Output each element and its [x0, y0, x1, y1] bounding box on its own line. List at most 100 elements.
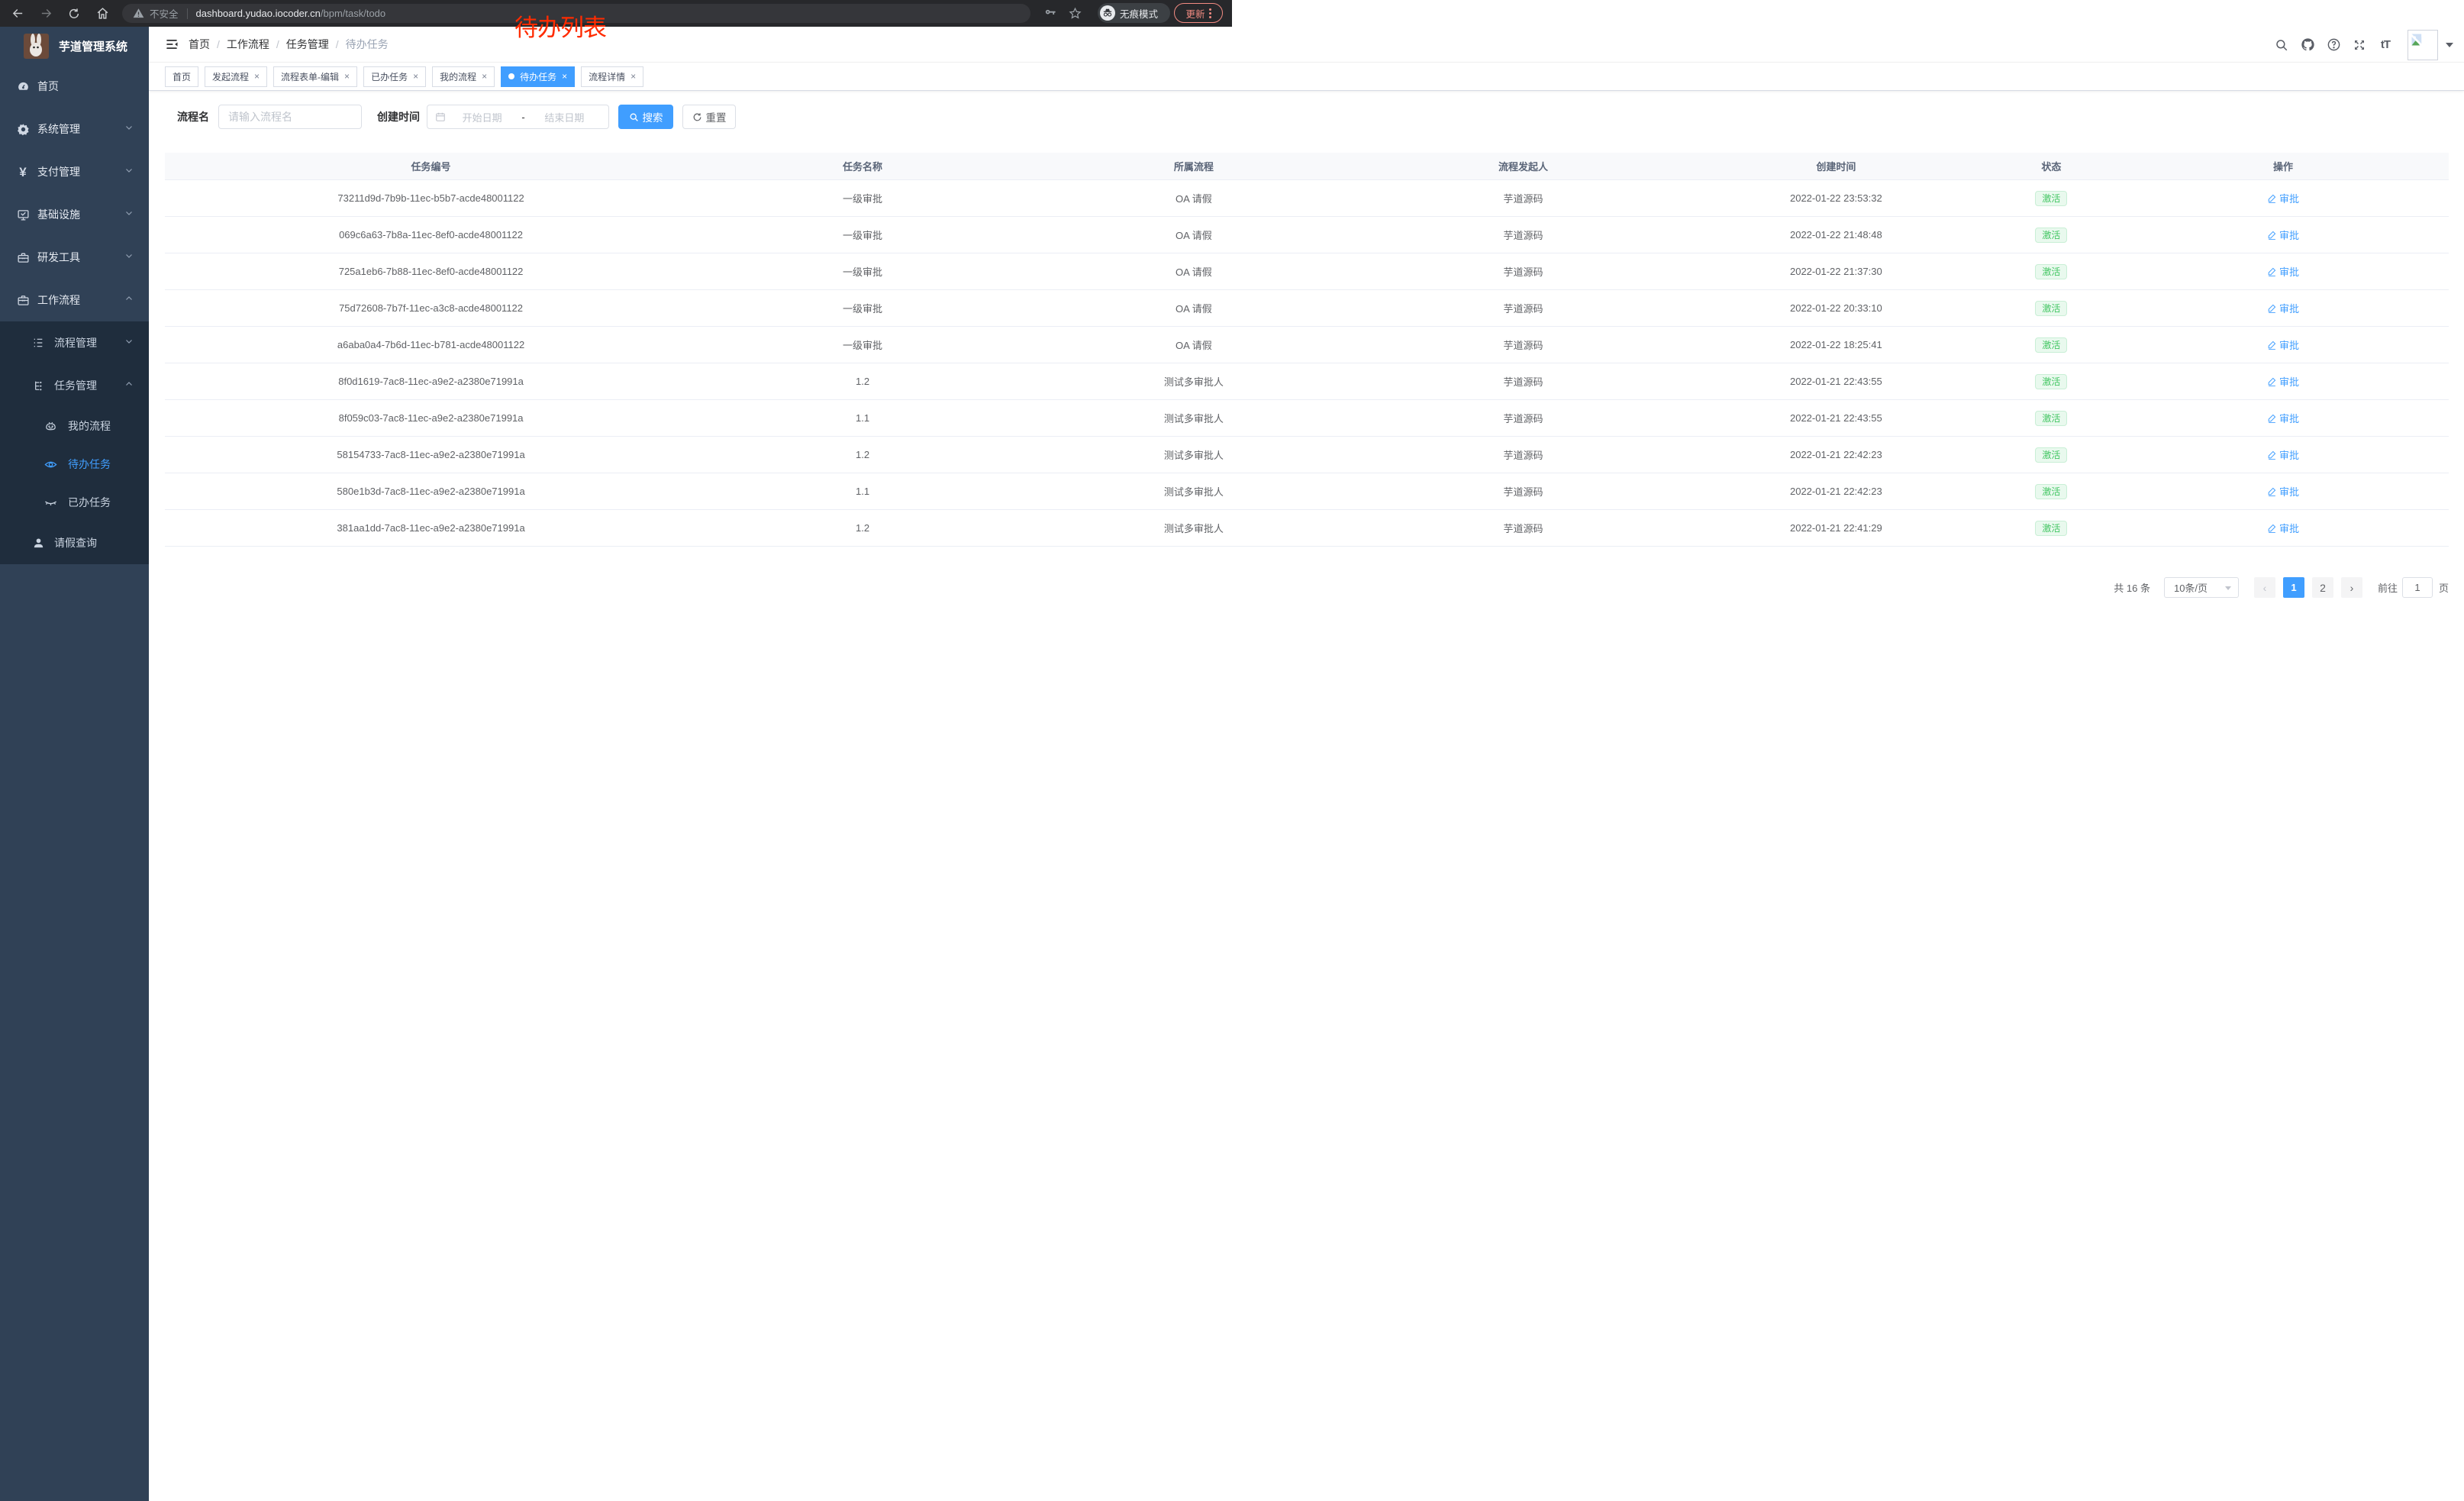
todo-task-table: 任务编号 任务名称 所属流程 流程发起人 创建时间 状态 操作 73211d9d…	[165, 153, 2449, 547]
sidebar-item-label: 我的流程	[68, 418, 111, 434]
breadcrumb-home[interactable]: 首页	[189, 37, 210, 52]
approve-link[interactable]: 审批	[2267, 374, 2299, 389]
sidebar-item-label: 已办任务	[68, 495, 111, 510]
sidebar-item-label: 待办任务	[68, 457, 111, 472]
approve-label: 审批	[2279, 374, 2299, 389]
reset-button[interactable]: 重置	[682, 105, 736, 129]
font-size-button[interactable]: tT	[2377, 37, 2394, 53]
status-badge: 激活	[2035, 484, 2067, 499]
close-icon[interactable]: ×	[254, 71, 260, 82]
sidebar-item-done-tasks[interactable]: 已办任务	[0, 483, 149, 521]
breadcrumb-task-mgmt[interactable]: 任务管理	[286, 37, 329, 52]
update-label: 更新	[1185, 6, 1205, 21]
approve-link[interactable]: 审批	[2267, 484, 2299, 499]
page-button-1[interactable]: 1	[2283, 577, 2304, 598]
fullscreen-button[interactable]	[2351, 37, 2368, 53]
cell-created: 2022-01-21 22:43:55	[1687, 376, 1985, 387]
github-link-button[interactable]	[2299, 37, 2316, 53]
sidebar-item-infra[interactable]: 基础设施	[0, 193, 149, 236]
sidebar-item-my-process[interactable]: 我的流程	[0, 407, 149, 445]
bookmark-star-button[interactable]	[1066, 4, 1084, 22]
date-range-picker[interactable]: 开始日期 - 结束日期	[427, 105, 609, 129]
approve-link[interactable]: 审批	[2267, 191, 2299, 205]
approve-link[interactable]: 审批	[2267, 228, 2299, 242]
star-icon	[1069, 7, 1082, 20]
cell-process: OA 请假	[1028, 301, 1359, 315]
start-date-placeholder[interactable]: 开始日期	[446, 110, 518, 124]
cell-starter: 芋道源码	[1359, 301, 1687, 315]
sidebar-item-task-mgmt[interactable]: 任务管理	[0, 364, 149, 407]
close-icon[interactable]: ×	[482, 71, 487, 82]
tab-label: 流程详情	[589, 70, 625, 83]
approve-link[interactable]: 审批	[2267, 521, 2299, 535]
prev-page-button[interactable]: ‹	[2254, 577, 2275, 598]
approve-link[interactable]: 审批	[2267, 337, 2299, 352]
tab-done-tasks[interactable]: 已办任务 ×	[363, 66, 426, 87]
browser-toolbar: 不安全 dashboard.yudao.iocoder.cn/bpm/task/…	[0, 0, 1232, 27]
sidebar-item-todo-tasks[interactable]: 待办任务	[0, 445, 149, 483]
tab-home[interactable]: 首页	[165, 66, 198, 87]
cell-status: 激活	[1985, 447, 2118, 463]
browser-back-button[interactable]	[6, 3, 29, 24]
approve-label: 审批	[2279, 301, 2299, 315]
close-icon[interactable]: ×	[413, 71, 418, 82]
browser-forward-button[interactable]	[34, 3, 57, 24]
monitor-icon	[15, 208, 31, 221]
person-icon	[31, 537, 46, 550]
breadcrumb-current: 待办任务	[346, 37, 389, 52]
sidebar-item-workflow[interactable]: 工作流程	[0, 279, 149, 321]
password-manager-button[interactable]	[1041, 4, 1059, 22]
sidebar-item-system[interactable]: 系统管理	[0, 108, 149, 150]
approve-link[interactable]: 审批	[2267, 301, 2299, 315]
back-arrow-icon	[11, 7, 24, 20]
chevron-down-icon	[2225, 586, 2231, 590]
cell-task-name: 1.1	[697, 486, 1028, 497]
cell-task-name: 1.2	[697, 522, 1028, 534]
help-button[interactable]	[2325, 37, 2342, 53]
approve-link[interactable]: 审批	[2267, 447, 2299, 462]
cell-process: OA 请假	[1028, 264, 1359, 279]
cell-task-name: 一级审批	[697, 337, 1028, 352]
eye-closed-icon	[43, 496, 58, 509]
page-button-2[interactable]: 2	[2312, 577, 2333, 598]
browser-home-button[interactable]	[91, 3, 114, 24]
cell-status: 激活	[1985, 374, 2118, 389]
approve-link[interactable]: 审批	[2267, 411, 2299, 425]
sidebar-item-payment[interactable]: ¥ 支付管理	[0, 150, 149, 193]
browser-update-menu-button[interactable]: 更新	[1174, 3, 1223, 23]
search-button[interactable]: 搜索	[618, 105, 673, 129]
goto-page-input[interactable]	[2402, 577, 2433, 598]
tab-todo-tasks[interactable]: 待办任务 ×	[501, 66, 575, 87]
browser-reload-button[interactable]	[63, 3, 85, 24]
page-size-select[interactable]: 10条/页	[2164, 577, 2239, 598]
tab-form-edit[interactable]: 流程表单-编辑 ×	[273, 66, 357, 87]
process-name-input[interactable]	[218, 105, 362, 129]
table-row: 725a1eb6-7b88-11ec-8ef0-acde48001122 一级审…	[165, 253, 2449, 290]
end-date-placeholder[interactable]: 结束日期	[528, 110, 601, 124]
header-search-button[interactable]	[2273, 37, 2290, 53]
close-icon[interactable]: ×	[631, 71, 636, 82]
cell-task-id: 381aa1dd-7ac8-11ec-a9e2-a2380e71991a	[165, 522, 697, 534]
fullscreen-icon	[2353, 38, 2366, 52]
next-page-button[interactable]: ›	[2341, 577, 2362, 598]
close-icon[interactable]: ×	[562, 71, 567, 82]
app-logo-row[interactable]: 芋道管理系统	[0, 27, 149, 65]
key-icon	[1044, 7, 1056, 19]
cell-task-id: 580e1b3d-7ac8-11ec-a9e2-a2380e71991a	[165, 486, 697, 497]
sidebar-item-process-mgmt[interactable]: 流程管理	[0, 321, 149, 364]
edit-pen-icon	[2267, 340, 2277, 350]
avatar-dropdown-caret-icon[interactable]	[2446, 43, 2453, 47]
close-icon[interactable]: ×	[344, 71, 350, 82]
tab-my-process[interactable]: 我的流程 ×	[432, 66, 495, 87]
tab-start-process[interactable]: 发起流程 ×	[205, 66, 267, 87]
sidebar-item-leave-query[interactable]: 请假查询	[0, 521, 149, 564]
approve-link[interactable]: 审批	[2267, 264, 2299, 279]
security-label: 不安全	[150, 6, 179, 21]
sidebar-item-devtools[interactable]: 研发工具	[0, 236, 149, 279]
sidebar-collapse-button[interactable]	[163, 36, 180, 53]
breadcrumb-workflow[interactable]: 工作流程	[227, 37, 269, 52]
avatar[interactable]	[2408, 30, 2438, 60]
tab-process-detail[interactable]: 流程详情 ×	[581, 66, 643, 87]
incognito-badge: 无痕模式	[1098, 3, 1170, 23]
sidebar-item-home[interactable]: 首页	[0, 65, 149, 108]
